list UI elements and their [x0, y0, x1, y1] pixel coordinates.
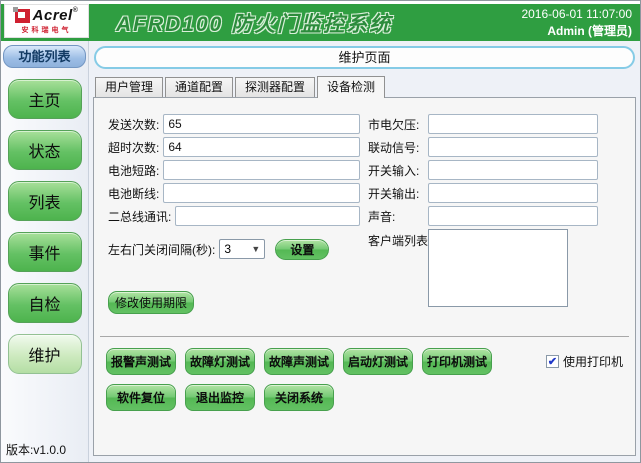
- header-status: 2016-06-01 11:07:00 Admin (管理员): [521, 6, 632, 38]
- form-row: 电池断线:: [108, 183, 360, 203]
- timeout-count-input[interactable]: [163, 137, 360, 157]
- two-bus-comm-input[interactable]: [175, 206, 360, 226]
- form-right-column: 市电欠压: 联动信号: 开关输入: 开关输出:: [368, 114, 598, 336]
- fault-sound-test-button[interactable]: 故障声测试: [264, 348, 334, 375]
- current-user-label: Admin (管理员): [521, 23, 632, 39]
- send-count-label: 发送次数:: [108, 116, 159, 133]
- form-left-column: 发送次数: 超时次数: 电池短路: 电池断线:: [108, 114, 360, 336]
- switch-input-input[interactable]: [428, 160, 598, 180]
- client-list-row: 客户端列表:: [368, 229, 598, 307]
- form-row: 开关输出:: [368, 183, 598, 203]
- registered-mark: ®: [73, 7, 79, 14]
- modify-license-button[interactable]: 修改使用期限: [108, 291, 194, 314]
- app-window: Acrel® 安科瑞电气 AFRD100 防火门监控系统 2016-06-01 …: [0, 0, 641, 463]
- form-row: 二总线通讯:: [108, 206, 360, 226]
- device-check-form: 发送次数: 超时次数: 电池短路: 电池断线:: [94, 98, 635, 336]
- linkage-signal-label: 联动信号:: [368, 139, 426, 156]
- tab-channel-config[interactable]: 通道配置: [165, 77, 233, 97]
- switch-input-label: 开关输入:: [368, 162, 426, 179]
- linkage-signal-input[interactable]: [428, 137, 598, 157]
- switch-output-label: 开关输出:: [368, 185, 426, 202]
- use-printer-checkbox[interactable]: ✔: [546, 355, 559, 368]
- main-area: 维护页面 用户管理 通道配置 探测器配置 设备检测 发送次数: 超时次数:: [89, 41, 640, 462]
- mains-undervoltage-input[interactable]: [428, 114, 598, 134]
- sidebar-item-list[interactable]: 列表: [8, 181, 82, 221]
- sound-input[interactable]: [428, 206, 598, 226]
- door-interval-row: 左右门关闭间隔(秒): 3 ▼ 设置: [108, 238, 360, 260]
- exit-monitor-button[interactable]: 退出监控: [185, 384, 255, 411]
- printer-test-button[interactable]: 打印机测试: [422, 348, 492, 375]
- set-button[interactable]: 设置: [275, 239, 329, 260]
- sidebar-item-home[interactable]: 主页: [8, 79, 82, 119]
- app-header: Acrel® 安科瑞电气 AFRD100 防火门监控系统 2016-06-01 …: [1, 4, 640, 41]
- switch-output-input[interactable]: [428, 183, 598, 203]
- door-interval-value: 3: [224, 242, 231, 256]
- chevron-down-icon: ▼: [249, 243, 262, 256]
- form-row: 声音:: [368, 206, 598, 226]
- sound-label: 声音:: [368, 208, 426, 225]
- system-button-row: 软件复位 退出监控 关闭系统: [106, 384, 627, 411]
- alarm-sound-test-button[interactable]: 报警声测试: [106, 348, 176, 375]
- send-count-input[interactable]: [163, 114, 360, 134]
- form-row: 发送次数:: [108, 114, 360, 134]
- use-printer-label: 使用打印机: [563, 353, 623, 370]
- client-list-label: 客户端列表:: [368, 229, 426, 249]
- fault-light-test-button[interactable]: 故障灯测试: [185, 348, 255, 375]
- brand-subtitle: 安科瑞电气: [22, 25, 72, 35]
- shutdown-system-button[interactable]: 关闭系统: [264, 384, 334, 411]
- tab-strip: 用户管理 通道配置 探测器配置 设备检测: [93, 76, 636, 97]
- tab-detector-config[interactable]: 探测器配置: [235, 77, 315, 97]
- actions-area: 报警声测试 故障灯测试 故障声测试 启动灯测试 打印机测试 ✔ 使用打印机 软件…: [94, 337, 635, 455]
- battery-short-label: 电池短路:: [108, 162, 159, 179]
- form-row: 市电欠压:: [368, 114, 598, 134]
- battery-break-label: 电池断线:: [108, 185, 159, 202]
- printer-checkbox-group: ✔ 使用打印机: [546, 353, 627, 370]
- form-row: 电池短路:: [108, 160, 360, 180]
- brand-name: Acrel®: [33, 7, 79, 24]
- battery-break-input[interactable]: [163, 183, 360, 203]
- sidebar-item-selfcheck[interactable]: 自检: [8, 283, 82, 323]
- form-row: 联动信号:: [368, 137, 598, 157]
- start-light-test-button[interactable]: 启动灯测试: [343, 348, 413, 375]
- acrel-logo: Acrel® 安科瑞电气: [4, 4, 89, 38]
- form-row: 超时次数:: [108, 137, 360, 157]
- door-interval-label: 左右门关闭间隔(秒):: [108, 241, 215, 258]
- datetime-label: 2016-06-01 11:07:00: [521, 6, 632, 22]
- two-bus-comm-label: 二总线通讯:: [108, 208, 171, 225]
- timeout-count-label: 超时次数:: [108, 139, 159, 156]
- door-interval-select[interactable]: 3 ▼: [219, 239, 265, 259]
- client-listbox[interactable]: [428, 229, 568, 307]
- tab-device-check[interactable]: 设备检测: [317, 76, 385, 98]
- version-label: 版本:v1.0.0: [6, 441, 66, 458]
- test-button-row: 报警声测试 故障灯测试 故障声测试 启动灯测试 打印机测试 ✔ 使用打印机: [106, 348, 627, 375]
- tab-user-management[interactable]: 用户管理: [95, 77, 163, 97]
- sidebar: 功能列表 主页 状态 列表 事件 自检 维护 版本:v1.0.0: [1, 41, 89, 462]
- form-row: 开关输入:: [368, 160, 598, 180]
- battery-short-input[interactable]: [163, 160, 360, 180]
- software-reset-button[interactable]: 软件复位: [106, 384, 176, 411]
- page-title: 维护页面: [94, 46, 635, 69]
- sidebar-item-maintenance[interactable]: 维护: [8, 334, 82, 374]
- mains-undervoltage-label: 市电欠压:: [368, 116, 426, 133]
- acrel-logo-icon: [15, 9, 30, 23]
- app-title: AFRD100 防火门监控系统: [116, 8, 392, 38]
- sidebar-item-events[interactable]: 事件: [8, 232, 82, 272]
- device-check-panel: 发送次数: 超时次数: 电池短路: 电池断线:: [93, 97, 636, 456]
- sidebar-item-status[interactable]: 状态: [8, 130, 82, 170]
- sidebar-header: 功能列表: [3, 45, 86, 68]
